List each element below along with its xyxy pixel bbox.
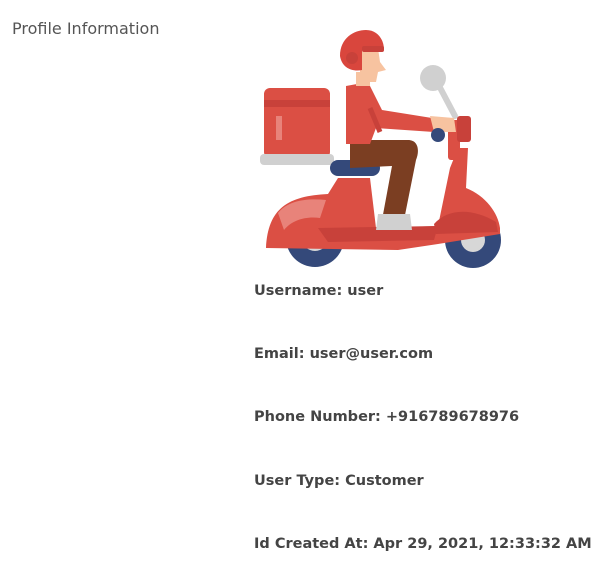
delivery-scooter-rider-icon bbox=[258, 28, 506, 270]
email-field: Email: user@user.com bbox=[254, 346, 434, 362]
phone-number-field: Phone Number: +916789678976 bbox=[254, 409, 520, 425]
section-title: Profile Information bbox=[12, 19, 160, 38]
id-created-at-field: Id Created At: Apr 29, 2021, 12:33:32 AM bbox=[254, 536, 592, 552]
username-field: Username: user bbox=[254, 283, 384, 299]
user-type-field: User Type: Customer bbox=[254, 473, 424, 489]
